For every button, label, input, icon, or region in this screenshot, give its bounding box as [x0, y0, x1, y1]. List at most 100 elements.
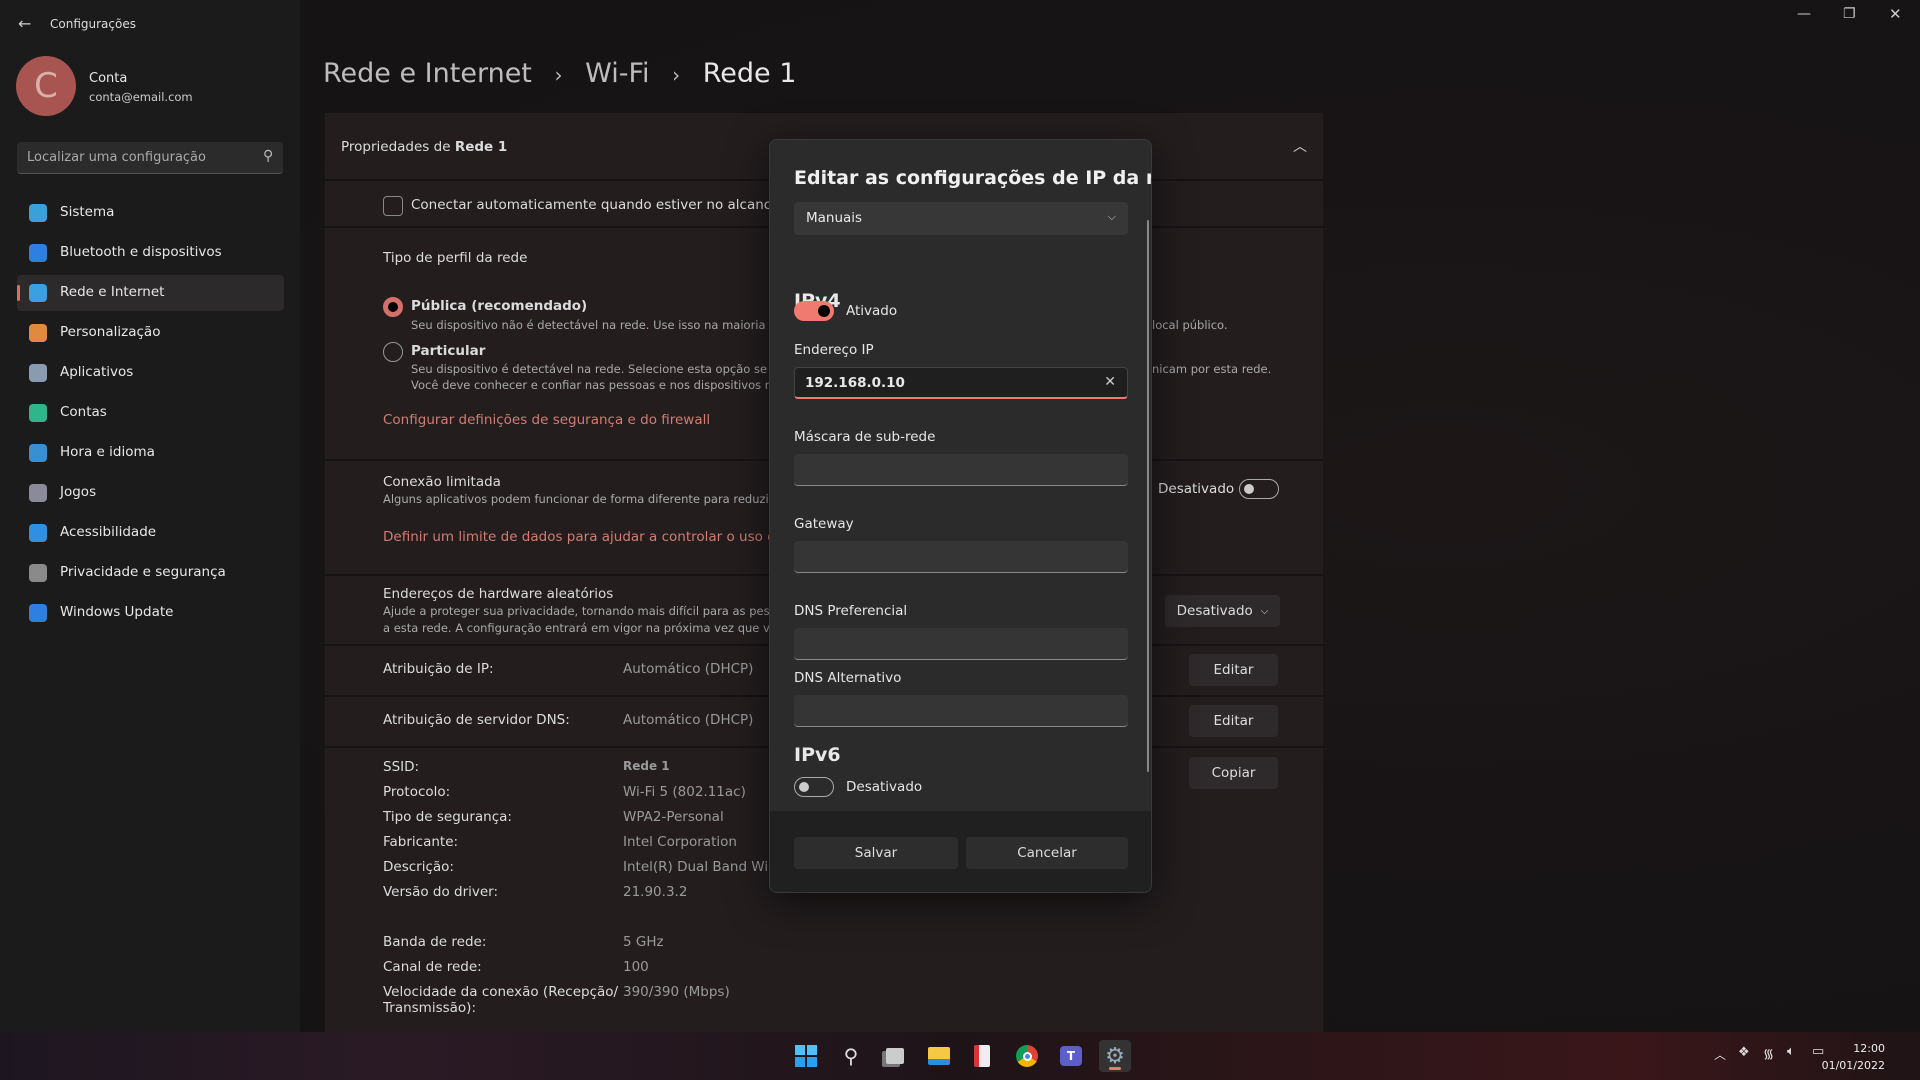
back-arrow-icon[interactable]: ← — [18, 14, 31, 33]
sidebar-item-label: Rede e Internet — [60, 284, 165, 300]
breadcrumb-rede-internet[interactable]: Rede e Internet — [323, 58, 532, 89]
chevron-down-icon: ⌵ — [1260, 605, 1269, 617]
wifi-icon[interactable]: ᯾ — [1763, 1044, 1774, 1062]
subnet-mask-input[interactable] — [794, 454, 1128, 486]
detail-value: 100 — [623, 959, 649, 975]
chevron-right-icon: › — [672, 63, 681, 87]
public-desc: Seu dispositivo não é detectável na rede… — [411, 318, 790, 332]
private-label: Particular — [411, 343, 486, 359]
random-hw-desc-2: a esta rede. A configuração entrará em v… — [383, 621, 800, 635]
sidebar-item-sistema[interactable]: Sistema — [17, 195, 284, 231]
task-view-icon[interactable] — [879, 1040, 911, 1072]
auto-connect-label: Conectar automaticamente quando estiver … — [411, 197, 780, 213]
battery-icon[interactable]: ▭ — [1812, 1044, 1824, 1059]
clear-icon[interactable]: ✕ — [1104, 374, 1116, 390]
sidebar-item-contas[interactable]: Contas — [17, 395, 284, 431]
monitor-icon — [29, 204, 47, 222]
dialog-footer: Salvar Cancelar — [770, 811, 1151, 892]
sidebar-item-hora[interactable]: Hora e idioma — [17, 435, 284, 471]
detail-value: 5 GHz — [623, 934, 664, 950]
public-label: Pública (recomendado) — [411, 298, 588, 314]
detail-value: Wi-Fi 5 (802.11ac) — [623, 784, 746, 800]
ipv6-toggle[interactable] — [794, 777, 834, 797]
auto-connect-checkbox[interactable] — [383, 196, 403, 216]
detail-label: Canal de rede: — [383, 959, 482, 975]
sidebar-item-bluetooth[interactable]: Bluetooth e dispositivos — [17, 235, 284, 271]
dns1-label: DNS Preferencial — [794, 603, 908, 619]
metered-toggle[interactable] — [1239, 479, 1279, 499]
public-radio[interactable] — [383, 297, 403, 317]
detail-label: Tipo de segurança: — [383, 809, 512, 825]
edit-dns-button[interactable]: Editar — [1189, 705, 1278, 737]
edit-ip-button[interactable]: Editar — [1189, 654, 1278, 686]
copy-button[interactable]: Copiar — [1189, 757, 1278, 789]
start-icon[interactable] — [790, 1040, 822, 1072]
sidebar-item-jogos[interactable]: Jogos — [17, 475, 284, 511]
sidebar-item-label: Hora e idioma — [60, 444, 155, 460]
sidebar-item-label: Bluetooth e dispositivos — [60, 244, 222, 260]
detail-label: SSID: — [383, 759, 420, 775]
dns-alternate-input[interactable] — [794, 695, 1128, 727]
settings-icon[interactable]: ⚙ — [1099, 1040, 1131, 1072]
restore-icon[interactable]: ❐ — [1843, 6, 1856, 22]
close-icon[interactable]: ✕ — [1889, 5, 1902, 23]
sidebar-item-label: Aplicativos — [60, 364, 134, 380]
private-desc-2: Você deve conhecer e confiar nas pessoas… — [411, 378, 795, 392]
sidebar-item-privacidade[interactable]: Privacidade e segurança — [17, 555, 284, 591]
random-hw-desc: Ajude a proteger sua privacidade, tornan… — [383, 604, 796, 618]
private-desc-tail: nicam por esta rede. — [1152, 362, 1272, 376]
detail-label: Velocidade da conexão (Recepção/Transmis… — [383, 984, 619, 1016]
ip-mode-value: Manuais — [806, 210, 863, 226]
detail-value: Rede 1 — [623, 759, 670, 773]
ipv4-toggle[interactable] — [794, 301, 834, 321]
ip-mode-dropdown[interactable]: Manuais ⌵ — [794, 202, 1128, 235]
sidebar-item-acessibilidade[interactable]: Acessibilidade — [17, 515, 284, 551]
snipping-tool-icon[interactable] — [966, 1040, 998, 1072]
ipv6-heading: IPv6 — [794, 744, 841, 766]
chrome-icon[interactable] — [1011, 1040, 1043, 1072]
chevron-up-icon[interactable]: ︿ — [1293, 136, 1307, 156]
dialog-scrollbar[interactable] — [1147, 220, 1149, 772]
volume-icon[interactable]: 🔈︎ — [1787, 1044, 1795, 1059]
clock-time[interactable]: 12:00 — [1853, 1042, 1885, 1055]
detail-value: Intel Corporation — [623, 834, 737, 850]
gamepad-icon — [29, 484, 47, 502]
save-button[interactable]: Salvar — [794, 837, 958, 869]
ip-assign-value: Automático (DHCP) — [623, 661, 754, 677]
cancel-button[interactable]: Cancelar — [966, 837, 1128, 869]
metered-title: Conexão limitada — [383, 474, 501, 490]
ip-address-value: 192.168.0.10 — [805, 375, 905, 391]
avatar[interactable]: C — [16, 56, 76, 116]
data-limit-link[interactable]: Definir um limite de dados para ajudar a… — [383, 529, 805, 545]
search-icon[interactable]: ⚲ — [263, 148, 273, 164]
clock-date[interactable]: 01/01/2022 — [1822, 1059, 1885, 1072]
dropbox-icon[interactable]: ❖ — [1738, 1045, 1750, 1060]
sidebar-item-rede[interactable]: Rede e Internet — [17, 275, 284, 311]
sidebar-item-windows[interactable]: Windows Update — [17, 595, 284, 631]
search-placeholder: Localizar uma configuração — [27, 150, 206, 165]
random-hw-dropdown[interactable]: Desativado ⌵ — [1165, 595, 1280, 627]
window-title: Configurações — [50, 17, 136, 31]
properties-header[interactable]: Propriedades de Rede 1 — [341, 139, 507, 155]
gateway-input[interactable] — [794, 541, 1128, 573]
file-explorer-icon[interactable] — [923, 1040, 955, 1072]
ip-address-input[interactable]: 192.168.0.10 ✕ — [794, 367, 1128, 399]
detail-value: WPA2-Personal — [623, 809, 724, 825]
search-input[interactable]: Localizar uma configuração ⚲ — [17, 142, 283, 174]
private-radio[interactable] — [383, 342, 403, 362]
gateway-label: Gateway — [794, 516, 854, 532]
minimize-icon[interactable]: — — [1797, 6, 1811, 22]
detail-value: 390/390 (Mbps) — [623, 984, 730, 1000]
sidebar-item-label: Contas — [60, 404, 107, 420]
breadcrumb-wifi[interactable]: Wi-Fi — [585, 58, 649, 89]
dns-preferred-input[interactable] — [794, 628, 1128, 660]
firewall-link[interactable]: Configurar definições de segurança e do … — [383, 412, 710, 428]
sidebar-item-personalização[interactable]: Personalização — [17, 315, 284, 351]
detail-label: Protocolo: — [383, 784, 451, 800]
search-icon[interactable]: ⚲ — [835, 1040, 867, 1072]
teams-icon[interactable]: T — [1055, 1040, 1087, 1072]
sidebar-item-aplicativos[interactable]: Aplicativos — [17, 355, 284, 391]
sidebar-item-label: Privacidade e segurança — [60, 564, 226, 580]
tray-overflow-icon[interactable]: ︿ — [1714, 1046, 1726, 1063]
account-email: conta@email.com — [89, 90, 193, 104]
